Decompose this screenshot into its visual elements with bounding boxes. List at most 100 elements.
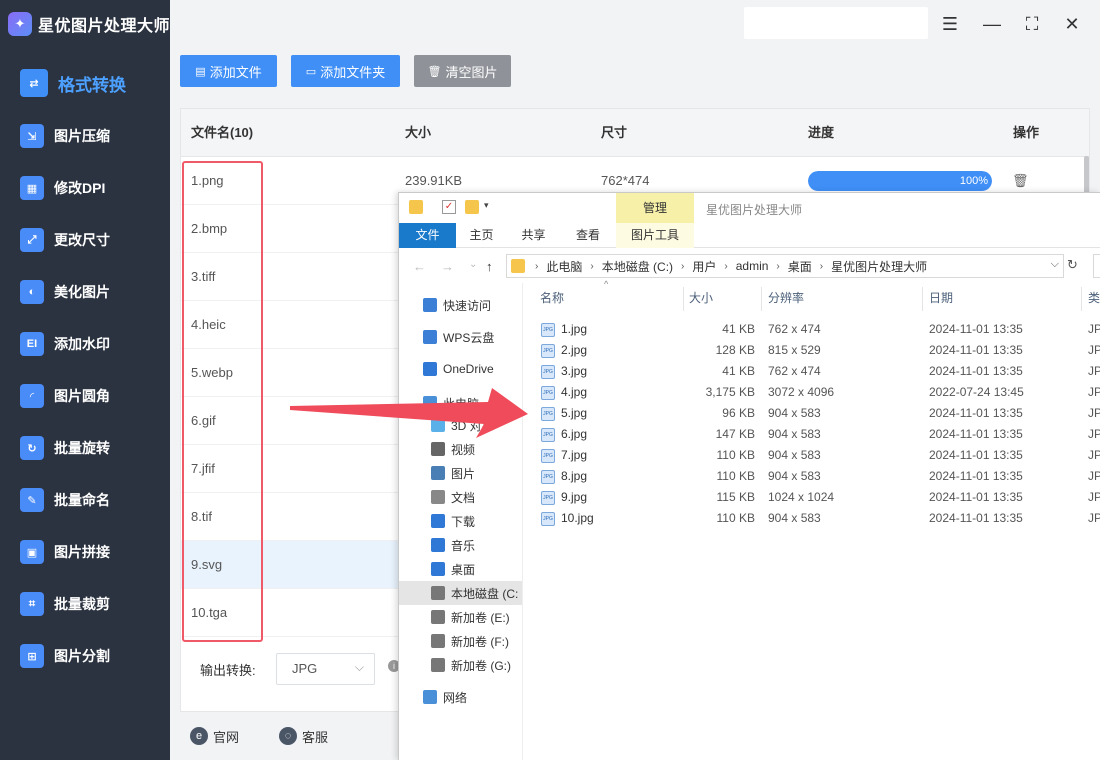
sidebar-item-beautify[interactable]: ◐ 美化图片	[0, 266, 170, 318]
file-row[interactable]: JPG 10.jpg 110 KB 904 x 583 2024-11-01 13:35…	[523, 508, 1100, 529]
nav-tree-item[interactable]: 视频	[399, 437, 522, 461]
minimize-icon[interactable]: —	[978, 10, 1006, 38]
breadcrumb-separator-icon[interactable]: ›	[724, 261, 727, 272]
breadcrumb-item[interactable]: 此电脑	[546, 258, 582, 275]
explorer-search-input[interactable]	[1093, 254, 1100, 278]
address-bar-row: ← → ⌄ ↑ › 此电脑 › 本地磁盘 (C:) › 用户 › admin › 桌面 › 星优图片处…	[399, 250, 1100, 282]
nav-tree-item[interactable]: 新加卷 (E:)	[399, 605, 522, 629]
file-size: 110 KB	[716, 511, 755, 525]
manage-tab[interactable]: 管理	[616, 193, 694, 223]
properties-icon[interactable]: ✓	[442, 200, 456, 214]
file-row[interactable]: JPG 2.jpg 128 KB 815 x 529 2024-11-01 13:35 J…	[523, 340, 1100, 361]
forward-icon[interactable]: →	[441, 259, 454, 274]
col-divider[interactable]	[1081, 287, 1082, 311]
nav-tree-item[interactable]: 此电脑	[399, 391, 522, 415]
file-name: 6.jpg	[561, 427, 588, 441]
ribbon-tab-share[interactable]: 共享	[507, 223, 560, 248]
recent-dropdown-icon[interactable]: ⌄	[469, 259, 477, 270]
col-divider[interactable]	[761, 287, 762, 311]
ribbon-tab-picture-tools[interactable]: 图片工具	[616, 223, 694, 248]
breadcrumb-separator-icon[interactable]: ›	[776, 261, 779, 272]
sidebar-item-split[interactable]: ⊞ 图片分割	[0, 630, 170, 682]
website-link[interactable]: e 官网	[190, 727, 239, 746]
top-search-box[interactable]	[744, 7, 928, 39]
ribbon-tab-home[interactable]: 主页	[456, 223, 507, 248]
breadcrumb-item[interactable]: 星优图片处理大师	[831, 258, 927, 275]
rename-icon: ✎	[20, 488, 44, 512]
maximize-icon[interactable]: ⛶	[1018, 10, 1046, 38]
nav-tree-item[interactable]: WPS云盘	[399, 325, 522, 349]
nav-tree-item[interactable]: 快速访问	[399, 293, 522, 317]
sidebar-item-resize[interactable]: ⤢ 更改尺寸	[0, 214, 170, 266]
file-row[interactable]: JPG 3.jpg 41 KB 762 x 474 2024-11-01 13:35 JP	[523, 361, 1100, 382]
col-divider[interactable]	[683, 287, 684, 311]
breadcrumb-separator-icon[interactable]: ›	[681, 261, 684, 272]
up-icon[interactable]: ↑	[486, 259, 493, 274]
table-scrollbar[interactable]	[1084, 156, 1089, 196]
sidebar-item-crop[interactable]: ⌗ 批量裁剪	[0, 578, 170, 630]
col-size[interactable]: 大小	[689, 283, 713, 315]
output-format-value: JPG	[292, 661, 318, 676]
nav-tree-item[interactable]: 桌面	[399, 557, 522, 581]
nav-tree-item[interactable]: 音乐	[399, 533, 522, 557]
sidebar-item-rotate[interactable]: ↻ 批量旋转	[0, 422, 170, 474]
sidebar-item-rename[interactable]: ✎ 批量命名	[0, 474, 170, 526]
col-type[interactable]: 类	[1088, 283, 1100, 315]
nav-tree-item[interactable]: 文档	[399, 485, 522, 509]
breadcrumb-separator-icon[interactable]: ›	[535, 261, 538, 272]
output-format-select[interactable]: JPG ⌵	[276, 653, 375, 685]
sidebar-item-collage[interactable]: ▣ 图片拼接	[0, 526, 170, 578]
refresh-icon[interactable]: ↻	[1067, 257, 1083, 275]
sidebar-item-format-convert[interactable]: ⇄ 格式转换	[0, 56, 170, 110]
nav-tree-item[interactable]: 下载	[399, 509, 522, 533]
file-name: 1.jpg	[561, 322, 588, 336]
support-link[interactable]: ◌ 客服	[279, 727, 328, 746]
close-icon[interactable]: ✕	[1058, 10, 1086, 38]
nav-tree-item[interactable]: 新加卷 (F:)	[399, 629, 522, 653]
file-row[interactable]: JPG 4.jpg 3,175 KB 3072 x 4096 2022-07-24 13…	[523, 382, 1100, 403]
nav-tree-icon	[423, 362, 437, 376]
nav-tree-label: 下载	[451, 514, 476, 529]
address-bar[interactable]: › 此电脑 › 本地磁盘 (C:) › 用户 › admin › 桌面 › 星优图片处理大师 ⌵	[506, 254, 1064, 278]
sidebar-item-compress[interactable]: ⇲ 图片压缩	[0, 110, 170, 162]
nav-tree-item[interactable]: OneDrive	[399, 357, 522, 381]
jpg-file-icon: JPG	[541, 512, 555, 526]
ribbon-tab-view[interactable]: 查看	[560, 223, 616, 248]
settings-icon[interactable]: ☰	[936, 10, 964, 38]
clear-images-button[interactable]: 🗑 清空图片	[414, 55, 511, 87]
breadcrumb-item[interactable]: 用户	[692, 258, 716, 275]
breadcrumb-separator-icon[interactable]: ›	[820, 261, 823, 272]
address-dropdown-icon[interactable]: ⌵	[1051, 258, 1059, 271]
file-row[interactable]: JPG 9.jpg 115 KB 1024 x 1024 2024-11-01 13:3…	[523, 487, 1100, 508]
new-folder-icon[interactable]	[465, 200, 479, 214]
nav-tree-item[interactable]: 图片	[399, 461, 522, 485]
breadcrumb-item[interactable]: 本地磁盘 (C:)	[602, 258, 673, 275]
breadcrumb-item[interactable]: 桌面	[788, 258, 812, 275]
col-divider[interactable]	[922, 287, 923, 311]
nav-tree-item[interactable]: 本地磁盘 (C:	[399, 581, 522, 605]
add-file-button[interactable]: ▤ 添加文件	[180, 55, 277, 87]
delete-icon[interactable]: 🗑	[1012, 173, 1029, 189]
sidebar-item-round-corner[interactable]: ◜ 图片圆角	[0, 370, 170, 422]
add-folder-button[interactable]: ▭ 添加文件夹	[291, 55, 400, 87]
file-row[interactable]: JPG 1.jpg 41 KB 762 x 474 2024-11-01 13:35 JP	[523, 319, 1100, 340]
back-icon[interactable]: ←	[413, 259, 426, 274]
nav-tree-item[interactable]: 新加卷 (G:)	[399, 653, 522, 677]
nav-tree-item[interactable]: 网络	[399, 685, 522, 709]
quick-access-dropdown-icon[interactable]: ▾	[484, 200, 498, 214]
file-row[interactable]: JPG 5.jpg 96 KB 904 x 583 2024-11-01 13:35 JP	[523, 403, 1100, 424]
breadcrumb-separator-icon[interactable]: ›	[590, 261, 593, 272]
ribbon-tab-file[interactable]: 文件	[399, 223, 456, 248]
sidebar-item-dpi[interactable]: ▦ 修改DPI	[0, 162, 170, 214]
file-row[interactable]: JPG 7.jpg 110 KB 904 x 583 2024-11-01 13:35 J…	[523, 445, 1100, 466]
nav-tree-item[interactable]: 3D 对象	[399, 413, 522, 437]
collage-icon: ▣	[20, 540, 44, 564]
col-name[interactable]: 名称	[540, 283, 564, 315]
col-resolution[interactable]: 分辨率	[768, 283, 804, 315]
file-row[interactable]: JPG 8.jpg 110 KB 904 x 583 2024-11-01 13:35 J…	[523, 466, 1100, 487]
file-row[interactable]: JPG 6.jpg 147 KB 904 x 583 2024-11-01 13:35 J…	[523, 424, 1100, 445]
col-date[interactable]: 日期	[929, 283, 953, 315]
sidebar-item-label: 批量命名	[54, 492, 110, 508]
breadcrumb-item[interactable]: admin	[736, 259, 769, 273]
sidebar-item-watermark[interactable]: EI 添加水印	[0, 318, 170, 370]
